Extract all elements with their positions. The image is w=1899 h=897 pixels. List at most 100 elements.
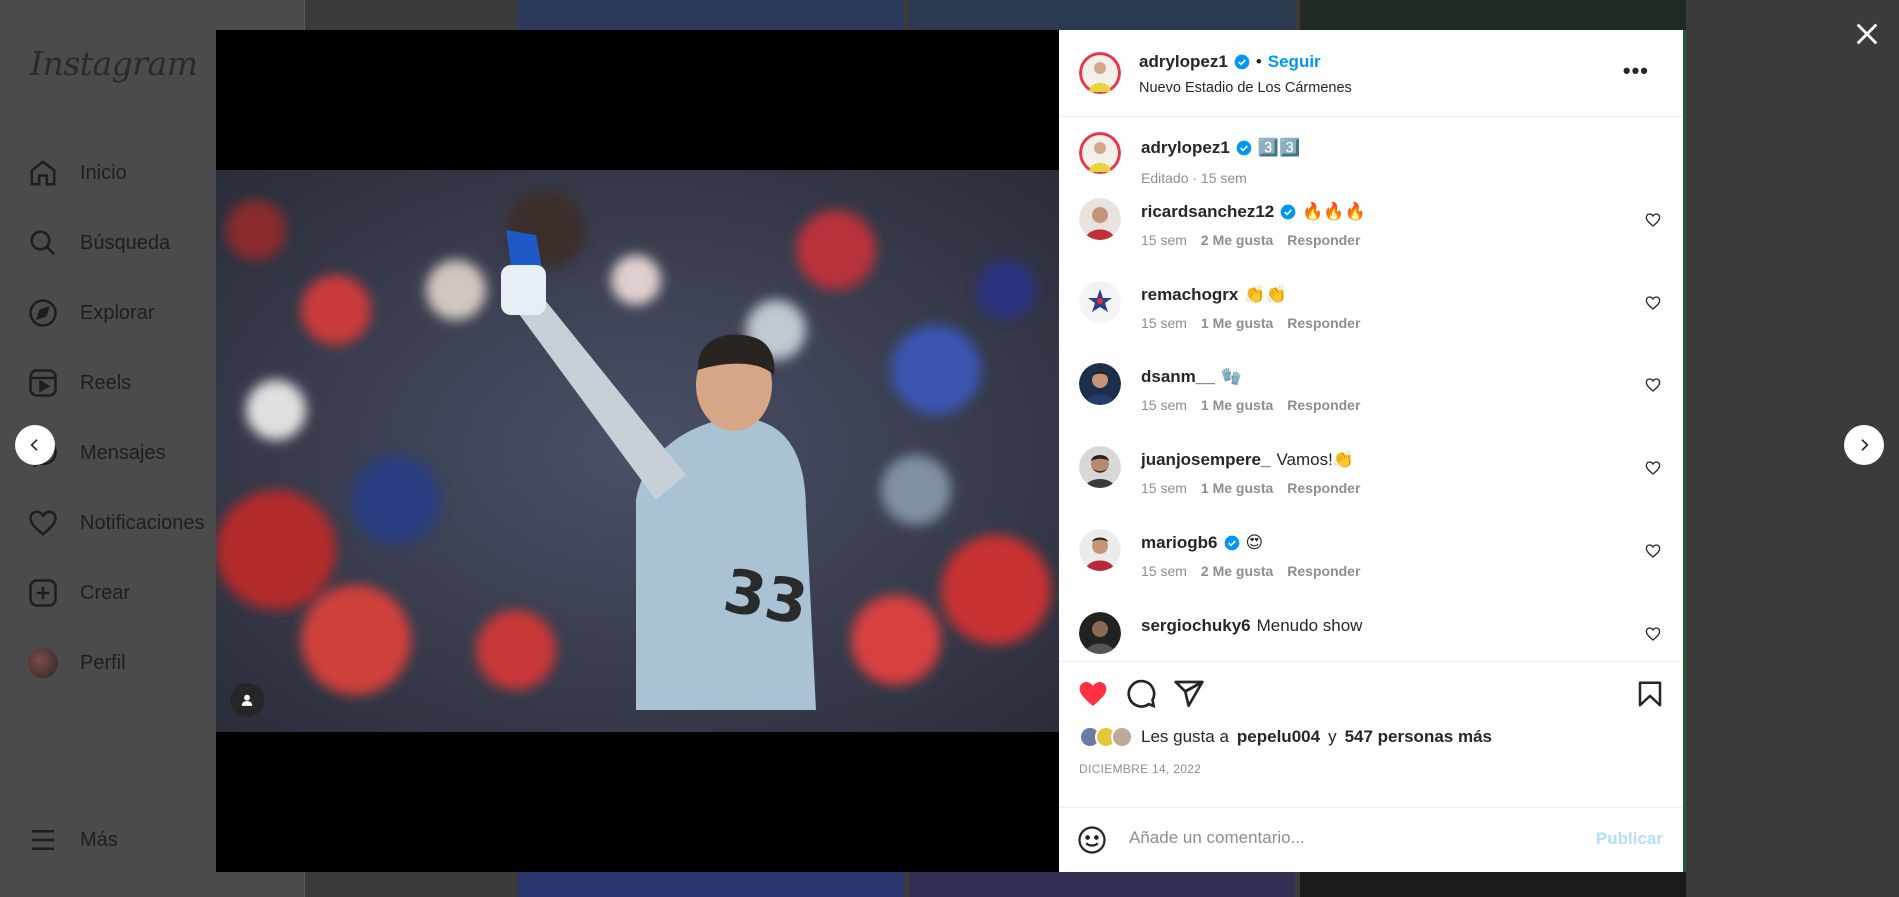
sidebar-item-label: Más xyxy=(80,828,118,851)
comment-icon[interactable] xyxy=(1125,678,1157,710)
comment-likes[interactable]: 2 Me gusta xyxy=(1201,563,1273,579)
sidebar-item-perfil[interactable]: Perfil xyxy=(28,628,205,698)
comment-time[interactable]: 15 sem xyxy=(1141,315,1187,331)
commenter-avatar[interactable] xyxy=(1079,281,1121,323)
grid-tile[interactable] xyxy=(1300,872,1686,897)
commenter-avatar[interactable] xyxy=(1079,529,1121,571)
reply-button[interactable]: Responder xyxy=(1287,232,1360,248)
likes-user[interactable]: pepelu004 xyxy=(1237,727,1320,747)
bookmark-icon[interactable] xyxy=(1635,678,1665,710)
comment-likes[interactable]: 1 Me gusta xyxy=(1201,315,1273,331)
commenter-avatar[interactable] xyxy=(1079,198,1121,240)
comment-text: 👏👏 xyxy=(1244,285,1287,304)
reels-icon xyxy=(29,369,57,397)
comment-username[interactable]: dsanm__ xyxy=(1141,367,1215,387)
likes-others[interactable]: 547 personas más xyxy=(1345,727,1492,747)
author-username[interactable]: adrylopez1 xyxy=(1139,52,1228,72)
comment-time[interactable]: 15 sem xyxy=(1141,397,1187,413)
comment-likes[interactable]: 2 Me gusta xyxy=(1201,232,1273,248)
sidebar-item-explorar[interactable]: Explorar xyxy=(28,278,205,348)
author-avatar[interactable] xyxy=(1079,132,1121,174)
likes-prefix: Les gusta a xyxy=(1141,727,1229,746)
commenter-avatar[interactable] xyxy=(1079,363,1121,405)
chevron-right-icon xyxy=(1861,439,1869,451)
comment-username[interactable]: remachogrx xyxy=(1141,285,1238,305)
sidebar-item-reels[interactable]: Reels xyxy=(28,348,205,418)
commenter-avatar[interactable] xyxy=(1079,612,1121,654)
chevron-left-icon xyxy=(30,439,38,451)
tagged-users-button[interactable] xyxy=(230,683,264,717)
plus-square-icon xyxy=(29,579,57,607)
comment-likes[interactable]: 1 Me gusta xyxy=(1201,480,1273,496)
share-icon[interactable] xyxy=(1173,678,1205,710)
comment-like-heart-icon[interactable] xyxy=(1645,295,1661,311)
person-icon xyxy=(241,694,253,706)
previous-post-button[interactable] xyxy=(15,425,55,465)
menu-icon xyxy=(31,830,55,850)
sidebar-item-label: Crear xyxy=(80,581,131,604)
comment-line: remachogrx 👏👏 xyxy=(1141,285,1287,305)
caption-timestamp[interactable]: Editado · 15 sem xyxy=(1141,170,1247,186)
comment-meta: 15 sem 1 Me gusta Responder xyxy=(1141,480,1360,496)
search-icon xyxy=(30,230,56,256)
comment-time[interactable]: 15 sem xyxy=(1141,232,1187,248)
instagram-logo[interactable]: Instagram xyxy=(30,44,198,83)
sidebar-item-notificaciones[interactable]: Notificaciones xyxy=(28,488,205,558)
author-avatar[interactable] xyxy=(1079,52,1121,94)
sidebar-item-label: Perfil xyxy=(80,651,126,674)
reply-button[interactable]: Responder xyxy=(1287,563,1360,579)
compass-icon xyxy=(29,299,57,327)
comment-time[interactable]: 15 sem xyxy=(1141,563,1187,579)
comment-username[interactable]: ricardsanchez12 xyxy=(1141,202,1274,222)
sidebar-item-mensajes[interactable]: Mensajes xyxy=(28,418,205,488)
publish-button[interactable]: Publicar xyxy=(1596,829,1663,849)
comment-like-heart-icon[interactable] xyxy=(1645,626,1661,642)
comment-like-heart-icon[interactable] xyxy=(1645,543,1661,559)
next-post-button[interactable] xyxy=(1844,425,1884,465)
comment-line: dsanm__ 🧤 xyxy=(1141,367,1242,387)
post-photo[interactable]: 33 xyxy=(216,170,1059,732)
caption-text: 3️⃣3️⃣ xyxy=(1257,138,1301,157)
comment-username[interactable]: juanjosempere_ xyxy=(1141,450,1270,470)
grid-tile[interactable] xyxy=(909,872,1295,897)
more-options-icon[interactable]: ••• xyxy=(1623,58,1649,84)
comment-text: 😍 xyxy=(1245,533,1264,552)
grid-tile[interactable] xyxy=(518,872,904,897)
caption-username[interactable]: adrylopez1 xyxy=(1141,138,1230,158)
emoji-icon[interactable] xyxy=(1077,825,1107,855)
comment-username[interactable]: sergiochuky6 xyxy=(1141,616,1251,636)
comment-username[interactable]: mariogb6 xyxy=(1141,533,1218,553)
close-icon[interactable] xyxy=(1853,20,1881,48)
post-date[interactable]: DICIEMBRE 14, 2022 xyxy=(1079,762,1201,776)
comment-time[interactable]: 15 sem xyxy=(1141,480,1187,496)
liker-avatar[interactable] xyxy=(1111,726,1133,748)
reply-button[interactable]: Responder xyxy=(1287,315,1360,331)
reply-button[interactable]: Responder xyxy=(1287,397,1360,413)
comment-likes[interactable]: 1 Me gusta xyxy=(1201,397,1273,413)
comment-meta: 15 sem 1 Me gusta Responder xyxy=(1141,397,1360,413)
grid-tile[interactable] xyxy=(1300,0,1686,30)
svg-text:33: 33 xyxy=(718,556,812,639)
comment-text: Menudo show xyxy=(1256,616,1363,635)
sidebar-item-inicio[interactable]: Inicio xyxy=(28,138,205,208)
follow-button[interactable]: Seguir xyxy=(1268,52,1321,72)
like-heart-icon[interactable] xyxy=(1077,678,1109,710)
grid-tile[interactable] xyxy=(518,0,904,30)
comment-input[interactable] xyxy=(1129,828,1549,848)
comment-line: ricardsanchez12 🔥🔥🔥 xyxy=(1141,202,1366,222)
comment-text: 🧤 xyxy=(1220,367,1242,386)
commenter-avatar[interactable] xyxy=(1079,446,1121,488)
comment-like-heart-icon[interactable] xyxy=(1645,212,1661,228)
post-side-panel: adrylopez1 • Seguir Nuevo Estadio de Los… xyxy=(1059,30,1683,872)
sidebar-item-busqueda[interactable]: Búsqueda xyxy=(28,208,205,278)
separator-dot: • xyxy=(1255,52,1262,71)
grid-tile[interactable] xyxy=(909,0,1295,30)
comment-like-heart-icon[interactable] xyxy=(1645,460,1661,476)
comment-like-heart-icon[interactable] xyxy=(1645,377,1661,393)
reply-button[interactable]: Responder xyxy=(1287,480,1360,496)
sidebar-item-crear[interactable]: Crear xyxy=(28,558,205,628)
comments-list[interactable]: adrylopez1 3️⃣3️⃣ Editado · 15 sem ricar… xyxy=(1059,118,1683,661)
post-location[interactable]: Nuevo Estadio de Los Cármenes xyxy=(1139,80,1352,96)
comment-meta: 15 sem 1 Me gusta Responder xyxy=(1141,315,1360,331)
sidebar-item-mas[interactable]: Más xyxy=(28,825,118,855)
